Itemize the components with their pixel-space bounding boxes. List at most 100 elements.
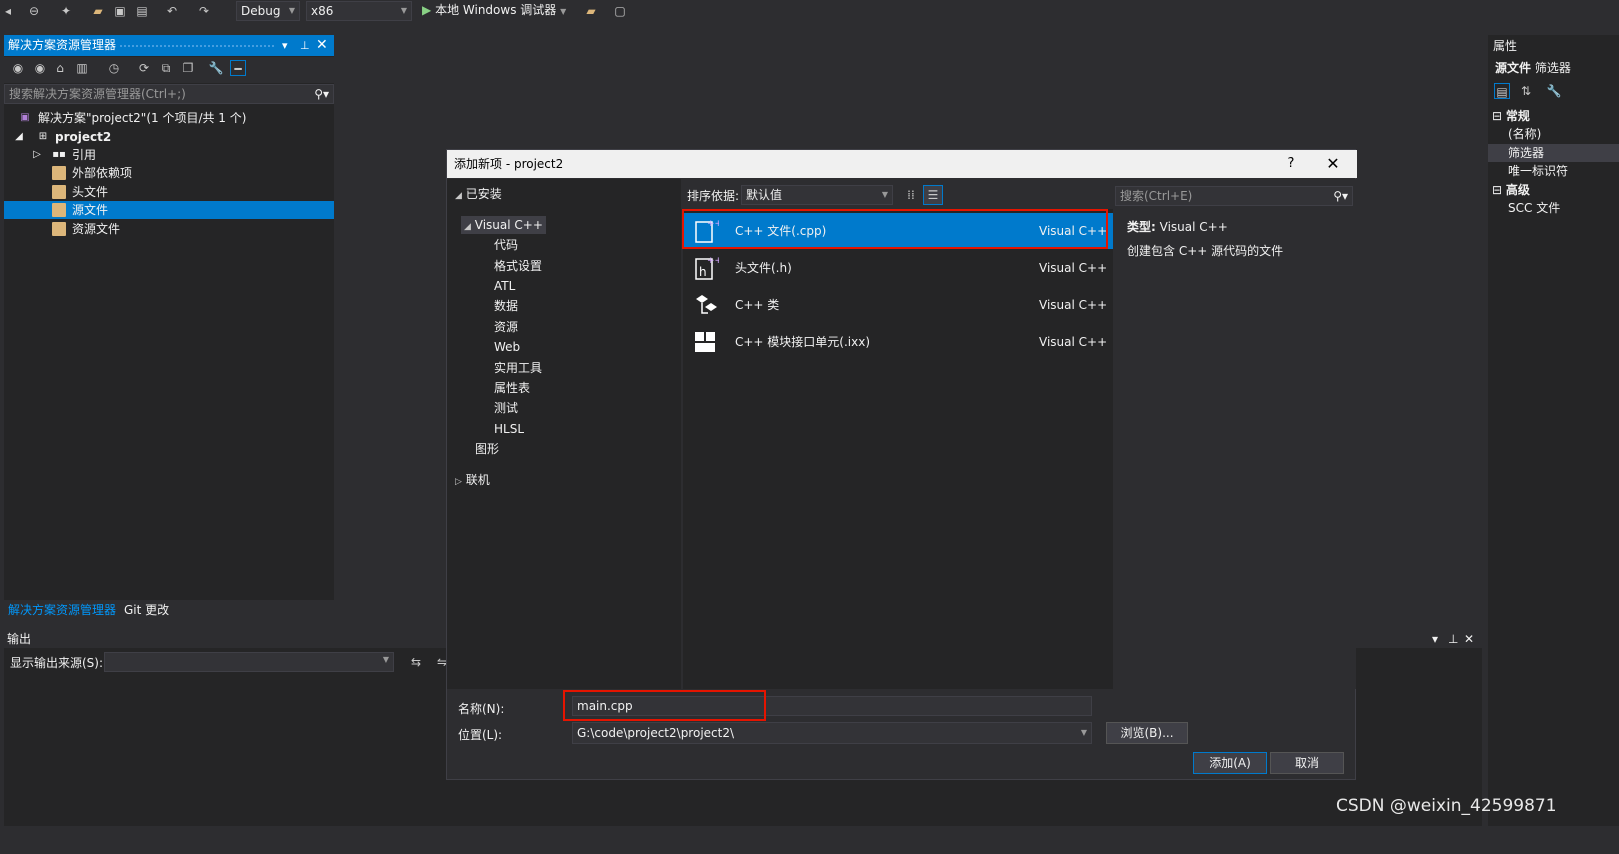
sort-select[interactable]: 默认值 ▼	[741, 185, 893, 205]
preview-icon[interactable]: ━	[230, 60, 246, 76]
tree-item-external-deps[interactable]: 外部依赖项	[4, 164, 334, 182]
category-item[interactable]: 测试	[494, 399, 518, 417]
project-icon: ⊞	[38, 131, 48, 142]
chevron-down-icon: ▼	[560, 7, 567, 16]
forward-icon[interactable]: ◉	[32, 60, 48, 76]
category-tree: ◢ 已安装 ◢ Visual C++ 代码 格式设置 ATL 数据 资源 Web…	[447, 179, 681, 689]
category-item[interactable]: 资源	[494, 318, 518, 336]
installed-node[interactable]: ◢ 已安装	[455, 185, 502, 203]
pending-changes-icon[interactable]: ◷	[106, 60, 122, 76]
refresh-icon[interactable]: ⟳	[136, 60, 152, 76]
solution-search-input[interactable]: 搜索解决方案资源管理器(Ctrl+;) ⚲▾	[4, 84, 334, 104]
redo-icon[interactable]: ↷	[196, 3, 212, 19]
save-icon[interactable]: ▣	[112, 3, 128, 19]
properties-subject: 源文件 筛选器	[1488, 59, 1619, 77]
category-item[interactable]: 格式设置	[494, 257, 542, 275]
run-debugger-button[interactable]: ▶ 本地 Windows 调试器 ▼	[422, 1, 566, 21]
solution-explorer-panel: 解决方案资源管理器 ▾ ⊥ ✕ ◉ ◉ ⌂ ▥ ◷ ⟳ ⧉ ❐ 🔧 ━ 搜索解决…	[4, 35, 334, 601]
external-deps-label: 外部依赖项	[72, 166, 133, 180]
search-icon[interactable]: ⚲▾	[1333, 187, 1348, 205]
category-item[interactable]: 属性表	[494, 379, 530, 397]
show-all-files-icon[interactable]: ❐	[180, 60, 196, 76]
prop-section-advanced[interactable]: ⊟ 高级	[1488, 181, 1619, 199]
platform-select[interactable]: x86 ▼	[306, 1, 412, 21]
properties-panel: 属性 源文件 筛选器 ▤ ⇅ 🔧 ⊟ 常规 (名称) 筛选器 唯一标识符 ⊟ 高…	[1488, 35, 1619, 826]
chevron-down-icon: ▼	[288, 6, 295, 15]
prop-name[interactable]: (名称)	[1488, 125, 1619, 143]
config-value: Debug	[241, 4, 281, 18]
chevron-down-icon: ▼	[400, 6, 407, 15]
config-select[interactable]: Debug ▼	[236, 1, 300, 21]
category-item[interactable]: 数据	[494, 297, 518, 315]
categorized-icon[interactable]: ▤	[1494, 83, 1510, 99]
folder-icon[interactable]: ▰	[583, 3, 599, 19]
tree-item-source-files[interactable]: 源文件	[4, 201, 334, 219]
grid-view-icon[interactable]: ⁞⁞	[901, 185, 921, 205]
dialog-close-icon[interactable]: ✕	[1325, 150, 1341, 178]
category-graphics[interactable]: 图形	[475, 440, 499, 458]
back-icon[interactable]: ◉	[10, 60, 26, 76]
category-visual-cpp[interactable]: ◢ Visual C++	[461, 216, 546, 234]
collapse-all-icon[interactable]: ⧉	[158, 60, 174, 76]
property-pages-icon[interactable]: 🔧	[1546, 83, 1562, 99]
help-button[interactable]: ?	[1283, 150, 1299, 178]
pin-icon[interactable]: ⊥	[1448, 630, 1458, 648]
category-item[interactable]: 代码	[494, 236, 518, 254]
visual-cpp-label: Visual C++	[474, 218, 543, 232]
window-icon[interactable]: ▢	[612, 3, 628, 19]
close-icon[interactable]: ✕	[1464, 630, 1474, 648]
template-cpp-module[interactable]: C++ 模块接口单元(.ixx) Visual C++	[683, 324, 1113, 360]
dialog-titlebar: 添加新项 - project2	[447, 150, 1357, 178]
undo-icon[interactable]: ↶	[164, 3, 180, 19]
open-folder-icon[interactable]: ▰	[90, 3, 106, 19]
save-all-icon[interactable]: ▤	[134, 3, 150, 19]
category-item[interactable]: HLSL	[494, 420, 524, 438]
tab-git-changes[interactable]: Git 更改	[120, 600, 173, 620]
add-button[interactable]: 添加(A)	[1193, 752, 1267, 774]
prop-filter[interactable]: 筛选器	[1488, 144, 1619, 162]
online-node[interactable]: ▷ 联机	[455, 471, 490, 489]
template-search-input[interactable]: 搜索(Ctrl+E) ⚲▾	[1115, 186, 1353, 206]
output-title: 输出	[7, 632, 32, 646]
properties-wrench-icon[interactable]: 🔧	[208, 60, 224, 76]
find-message-icon[interactable]: ⇆	[408, 654, 424, 670]
detail-type-value: Visual C++	[1159, 220, 1228, 234]
tree-item-resource-files[interactable]: 资源文件	[4, 220, 334, 238]
new-item-icon[interactable]: ✦	[58, 3, 74, 19]
browse-button[interactable]: 浏览(B)...	[1106, 722, 1188, 744]
prop-section-general[interactable]: ⊟ 常规	[1488, 107, 1619, 125]
folder-icon	[52, 166, 66, 180]
nav-forward-icon[interactable]: ⊖	[26, 3, 42, 19]
chevron-down-icon[interactable]: ▾	[1432, 630, 1438, 648]
prop-scc[interactable]: SCC 文件	[1488, 199, 1619, 217]
name-label: 名称(N):	[458, 702, 505, 716]
category-item[interactable]: 实用工具	[494, 359, 542, 377]
switch-views-icon[interactable]: ▥	[74, 60, 90, 76]
tree-item-header-files[interactable]: 头文件	[4, 183, 334, 201]
output-source-select[interactable]: ▼	[104, 652, 394, 672]
prop-guid[interactable]: 唯一标识符	[1488, 162, 1619, 180]
location-select[interactable]: G:\code\project2\project2\ ▼	[572, 722, 1092, 744]
pin-icon[interactable]: ⊥	[300, 35, 310, 56]
home-icon[interactable]: ⌂	[52, 60, 68, 76]
tree-project-node[interactable]: ◢ ⊞ project2	[4, 128, 334, 146]
tree-item-references[interactable]: ▷ ▪▪ 引用	[4, 146, 334, 164]
category-item[interactable]: Web	[494, 338, 520, 356]
cancel-button[interactable]: 取消	[1270, 752, 1344, 774]
nav-back-icon[interactable]: ◂	[0, 3, 16, 19]
category-item[interactable]: ATL	[494, 277, 515, 295]
close-icon[interactable]: ✕	[316, 35, 328, 56]
output-source-label: 显示输出来源(S):	[10, 656, 104, 670]
list-view-icon[interactable]: ☰	[923, 185, 943, 205]
template-cpp-class[interactable]: C++ 类 Visual C++	[683, 287, 1113, 323]
template-name: C++ 模块接口单元(.ixx)	[735, 335, 871, 349]
chevron-down-icon[interactable]: ▾	[282, 35, 288, 56]
tree-solution-node[interactable]: ▣ 解决方案"project2"(1 个项目/共 1 个)	[4, 109, 334, 127]
tab-solution-explorer[interactable]: 解决方案资源管理器	[4, 600, 120, 620]
template-header-file[interactable]: h ++ 头文件(.h) Visual C++	[683, 250, 1113, 286]
source-files-label: 源文件	[72, 203, 109, 217]
main-toolbar: ◂ ⊖ ✦ ▰ ▣ ▤ ↶ ↷ Debug ▼ x86 ▼ ▶ 本地 Windo…	[0, 0, 1619, 22]
template-type: Visual C++	[1039, 298, 1108, 312]
search-icon[interactable]: ⚲▾	[314, 85, 329, 103]
alphabetical-icon[interactable]: ⇅	[1518, 83, 1534, 99]
